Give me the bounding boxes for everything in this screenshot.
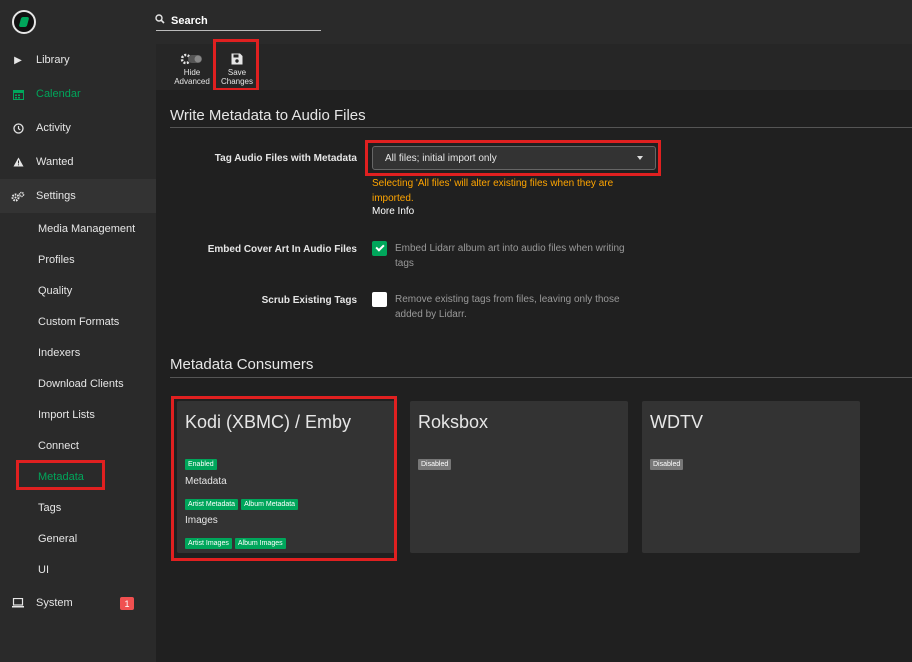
sidebar-item-settings[interactable]: Settings: [0, 179, 156, 213]
sidebar-sub-import-lists[interactable]: Import Lists: [38, 407, 95, 423]
page-toolbar: Hide Advanced Save Changes: [156, 44, 912, 90]
scrub-tags-help: Remove existing tags from files, leaving…: [395, 294, 620, 320]
section-divider: [170, 127, 912, 128]
sidebar-item-wanted[interactable]: Wanted: [0, 145, 156, 179]
tag-label: Artist Metadata: [185, 499, 239, 510]
sidebar: ▶ Library Calendar Activity Wanted Setti…: [0, 0, 156, 662]
settings-content: Write Metadata to Audio Files Tag Audio …: [156, 90, 912, 662]
tag-label: Artist Images: [185, 538, 232, 549]
save-icon: [231, 50, 243, 68]
calendar-icon: [0, 89, 36, 100]
sidebar-item-label: System: [36, 597, 73, 609]
consumer-card-roksbox[interactable]: Roksbox Disabled: [410, 401, 628, 553]
consumer-card-kodi[interactable]: Kodi (XBMC) / Emby Enabled Metadata Arti…: [177, 401, 395, 553]
sidebar-sub-metadata[interactable]: Metadata: [38, 469, 84, 485]
play-icon: ▶: [14, 54, 22, 66]
sidebar-sub-tags[interactable]: Tags: [38, 500, 61, 516]
clock-icon: [0, 122, 36, 134]
consumer-card-wdtv[interactable]: WDTV Disabled: [642, 401, 860, 553]
tag-warning-text: Selecting 'All files' will alter existin…: [372, 178, 614, 204]
sidebar-sub-indexers[interactable]: Indexers: [38, 345, 80, 361]
top-bar: Search: [155, 0, 912, 44]
metadata-consumers-heading: Metadata Consumers: [170, 356, 314, 373]
scrub-tags-checkbox[interactable]: [372, 292, 387, 307]
sidebar-item-library[interactable]: ▶ Library: [0, 43, 156, 77]
metadata-heading: Metadata: [185, 476, 227, 487]
tag-audio-files-select[interactable]: All files; initial import only: [372, 146, 656, 170]
sidebar-item-system[interactable]: System 1: [0, 586, 156, 620]
save-changes-button[interactable]: Save Changes: [215, 46, 259, 90]
tag-label: Album Metadata: [241, 499, 299, 510]
sidebar-item-label: Library: [36, 54, 70, 66]
laptop-icon: [0, 598, 36, 608]
sidebar-sub-download-clients[interactable]: Download Clients: [38, 376, 124, 392]
embed-cover-art-checkbox[interactable]: [372, 241, 387, 256]
status-badge: Enabled: [185, 459, 217, 470]
status-badge: Disabled: [650, 459, 684, 470]
card-status: Disabled: [418, 453, 454, 471]
sidebar-sub-connect[interactable]: Connect: [38, 438, 79, 454]
lidarr-logo[interactable]: [12, 10, 36, 34]
hide-advanced-label-2: Advanced: [174, 77, 210, 86]
system-health-badge: 1: [120, 597, 134, 610]
sidebar-item-label: Activity: [36, 122, 71, 134]
images-heading: Images: [185, 515, 218, 526]
advanced-toggle-icon: [180, 50, 204, 68]
scrub-tags-label: Scrub Existing Tags: [261, 295, 357, 306]
card-title: Roksbox: [418, 412, 489, 432]
select-value: All files; initial import only: [385, 152, 497, 164]
images-tags: Artist Images Album Images: [185, 532, 289, 550]
card-status: Enabled: [185, 453, 220, 471]
sidebar-sub-profiles[interactable]: Profiles: [38, 252, 75, 268]
hide-advanced-button[interactable]: Hide Advanced: [170, 46, 214, 90]
more-info-link[interactable]: More Info: [372, 206, 414, 217]
embed-cover-art-help: Embed Lidarr album art into audio files …: [395, 243, 625, 269]
search-icon: [155, 14, 171, 27]
save-changes-label-2: Changes: [220, 77, 254, 86]
sidebar-sub-quality[interactable]: Quality: [38, 283, 72, 299]
status-badge: Disabled: [418, 459, 452, 470]
section-divider: [170, 377, 912, 378]
warning-icon: [0, 157, 36, 167]
metadata-tags: Artist Metadata Album Metadata: [185, 493, 301, 511]
write-metadata-heading: Write Metadata to Audio Files: [170, 107, 366, 124]
sidebar-sub-custom-formats[interactable]: Custom Formats: [38, 314, 119, 330]
search-label: Search: [171, 14, 208, 27]
sidebar-sub-general[interactable]: General: [38, 531, 77, 547]
save-changes-label-1: Save: [227, 68, 247, 77]
card-status: Disabled: [650, 453, 686, 471]
tag-audio-files-label: Tag Audio Files with Metadata: [214, 153, 357, 164]
tag-label: Album Images: [234, 538, 286, 549]
search-input[interactable]: Search: [155, 11, 321, 31]
sidebar-item-label: Calendar: [36, 88, 81, 100]
sidebar-item-activity[interactable]: Activity: [0, 111, 156, 145]
sidebar-sub-ui[interactable]: UI: [38, 562, 49, 578]
sidebar-item-calendar[interactable]: Calendar: [0, 77, 156, 111]
card-title: WDTV: [650, 412, 703, 432]
hide-advanced-label-1: Hide: [183, 68, 201, 77]
chevron-down-icon: [637, 156, 643, 160]
card-title: Kodi (XBMC) / Emby: [185, 412, 352, 432]
sidebar-item-label: Settings: [36, 190, 76, 202]
embed-cover-art-label: Embed Cover Art In Audio Files: [207, 244, 357, 255]
sidebar-sub-media-management[interactable]: Media Management: [38, 221, 135, 237]
sidebar-item-label: Wanted: [36, 156, 74, 168]
cogs-icon: [0, 191, 36, 202]
